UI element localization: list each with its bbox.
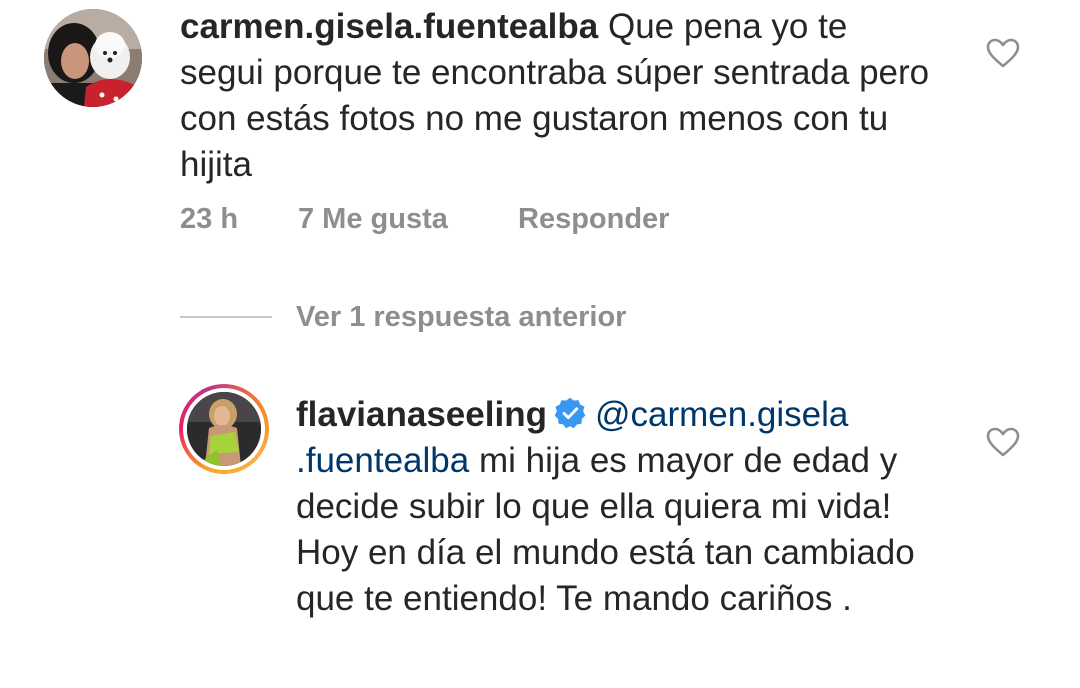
divider-line bbox=[180, 316, 272, 318]
heart-outline-icon[interactable] bbox=[986, 427, 1020, 457]
view-previous-replies[interactable]: Ver 1 respuesta anterior bbox=[180, 297, 626, 337]
commenter-avatar[interactable] bbox=[44, 9, 142, 107]
avatar-image bbox=[44, 9, 142, 107]
heart-outline-icon[interactable] bbox=[986, 38, 1020, 68]
reply-username[interactable]: flavianaseeling bbox=[296, 395, 547, 434]
reply-avatar-image bbox=[187, 392, 261, 466]
comment: carmen.gisela.fuentealba Que pena yo te … bbox=[0, 0, 1080, 260]
avatar-photo bbox=[187, 392, 261, 466]
verified-badge-icon bbox=[554, 397, 586, 429]
mention-link[interactable]: @carmen.gisela bbox=[595, 395, 848, 434]
mention-link-continued[interactable]: .fuentealba bbox=[296, 441, 469, 480]
avatar-ring-gap bbox=[183, 388, 265, 470]
reply-body: flavianaseeling @carmen.gisela .fuentealb… bbox=[296, 392, 936, 622]
reply-button[interactable]: Responder bbox=[518, 203, 669, 236]
comment-likes-count[interactable]: 7 Me gusta bbox=[298, 203, 518, 236]
comment-username[interactable]: carmen.gisela.fuentealba bbox=[180, 7, 598, 46]
comment-timestamp: 23 h bbox=[180, 203, 239, 235]
comment-body: carmen.gisela.fuentealba Que pena yo te … bbox=[180, 4, 940, 188]
view-replies-label[interactable]: Ver 1 respuesta anterior bbox=[296, 297, 626, 337]
comment-meta: 23 h 7 Me gusta Responder bbox=[180, 203, 669, 236]
story-ring-avatar[interactable] bbox=[179, 384, 269, 474]
